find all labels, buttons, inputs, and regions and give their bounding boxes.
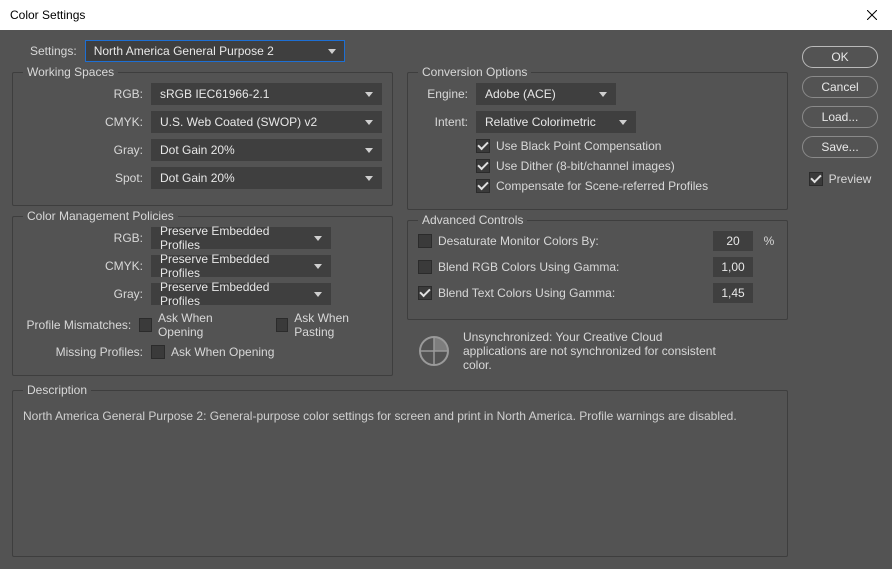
pol-gray-value: Preserve Embedded Profiles <box>160 280 306 308</box>
conversion-group: Conversion Options Engine: Adobe (ACE) I… <box>407 72 788 210</box>
bpc-label: Use Black Point Compensation <box>496 139 661 153</box>
settings-label: Settings: <box>30 44 77 58</box>
scene-label: Compensate for Scene-referred Profiles <box>496 179 708 193</box>
policies-group: Color Management Policies RGB: Preserve … <box>12 216 393 376</box>
pol-rgb-label: RGB: <box>23 231 143 245</box>
chevron-down-icon <box>314 236 322 241</box>
preview-checkbox[interactable]: Preview <box>809 172 872 186</box>
chevron-down-icon <box>599 92 607 97</box>
desat-label: Desaturate Monitor Colors By: <box>438 234 599 248</box>
ws-gray-select[interactable]: Dot Gain 20% <box>151 139 382 161</box>
working-spaces-legend: Working Spaces <box>23 65 118 79</box>
dither-checkbox[interactable]: Use Dither (8-bit/channel images) <box>476 159 675 173</box>
ws-cmyk-select[interactable]: U.S. Web Coated (SWOP) v2 <box>151 111 382 133</box>
chevron-down-icon <box>365 92 373 97</box>
blend-rgb-input[interactable] <box>713 257 753 277</box>
close-button[interactable] <box>852 0 892 30</box>
ask-open2-label: Ask When Opening <box>171 345 274 359</box>
intent-select[interactable]: Relative Colorimetric <box>476 111 636 133</box>
sync-text: Unsynchronized: Your Creative Cloud appl… <box>463 330 723 372</box>
pol-gray-label: Gray: <box>23 287 143 301</box>
ws-rgb-value: sRGB IEC61966-2.1 <box>160 87 269 101</box>
description-group: Description North America General Purpos… <box>12 390 788 557</box>
intent-value: Relative Colorimetric <box>485 115 596 129</box>
sync-status: Unsynchronized: Your Creative Cloud appl… <box>407 330 788 372</box>
cancel-button[interactable]: Cancel <box>802 76 878 98</box>
pol-cmyk-select[interactable]: Preserve Embedded Profiles <box>151 255 331 277</box>
scene-checkbox[interactable]: Compensate for Scene-referred Profiles <box>476 179 708 193</box>
chevron-down-icon <box>314 264 322 269</box>
chevron-down-icon <box>365 148 373 153</box>
unsynchronized-icon <box>417 334 451 368</box>
load-button[interactable]: Load... <box>802 106 878 128</box>
blend-text-checkbox[interactable]: Blend Text Colors Using Gamma: <box>418 286 615 300</box>
blend-rgb-label: Blend RGB Colors Using Gamma: <box>438 260 619 274</box>
save-button[interactable]: Save... <box>802 136 878 158</box>
blend-text-label: Blend Text Colors Using Gamma: <box>438 286 615 300</box>
dialog-content: Settings: North America General Purpose … <box>0 30 892 569</box>
missing-label: Missing Profiles: <box>23 345 143 359</box>
ws-cmyk-value: U.S. Web Coated (SWOP) v2 <box>160 115 317 129</box>
blend-rgb-checkbox[interactable]: Blend RGB Colors Using Gamma: <box>418 260 619 274</box>
engine-select[interactable]: Adobe (ACE) <box>476 83 616 105</box>
dither-label: Use Dither (8-bit/channel images) <box>496 159 675 173</box>
chevron-down-icon <box>619 120 627 125</box>
right-column: Conversion Options Engine: Adobe (ACE) I… <box>407 66 788 376</box>
blend-text-input[interactable] <box>713 283 753 303</box>
mismatch-label: Profile Mismatches: <box>23 318 131 332</box>
ask-paste-checkbox[interactable]: Ask When Pasting <box>276 311 382 339</box>
settings-select[interactable]: North America General Purpose 2 <box>85 40 345 62</box>
ws-spot-label: Spot: <box>23 171 143 185</box>
ws-spot-select[interactable]: Dot Gain 20% <box>151 167 382 189</box>
pol-cmyk-value: Preserve Embedded Profiles <box>160 252 306 280</box>
close-icon <box>867 10 877 20</box>
chevron-down-icon <box>314 292 322 297</box>
ask-open-checkbox[interactable]: Ask When Opening <box>139 311 250 339</box>
chevron-down-icon <box>365 176 373 181</box>
chevron-down-icon <box>365 120 373 125</box>
chevron-down-icon <box>328 49 336 54</box>
ok-button[interactable]: OK <box>802 46 878 68</box>
pol-cmyk-label: CMYK: <box>23 259 143 273</box>
columns: Working Spaces RGB: sRGB IEC61966-2.1 CM… <box>12 66 788 376</box>
pol-rgb-select[interactable]: Preserve Embedded Profiles <box>151 227 331 249</box>
policies-legend: Color Management Policies <box>23 209 178 223</box>
description-legend: Description <box>23 383 91 397</box>
advanced-group: Advanced Controls Desaturate Monitor Col… <box>407 220 788 320</box>
preview-label: Preview <box>829 172 872 186</box>
conversion-legend: Conversion Options <box>418 65 531 79</box>
ask-open2-checkbox[interactable]: Ask When Opening <box>151 345 274 359</box>
description-text: North America General Purpose 2: General… <box>23 409 777 423</box>
desat-checkbox[interactable]: Desaturate Monitor Colors By: <box>418 234 599 248</box>
working-spaces-group: Working Spaces RGB: sRGB IEC61966-2.1 CM… <box>12 72 393 206</box>
engine-value: Adobe (ACE) <box>485 87 556 101</box>
desat-pct: % <box>761 234 777 248</box>
ws-rgb-select[interactable]: sRGB IEC61966-2.1 <box>151 83 382 105</box>
settings-row: Settings: North America General Purpose … <box>30 40 788 62</box>
button-sidebar: OK Cancel Load... Save... Preview <box>800 40 880 557</box>
window-title: Color Settings <box>10 8 85 22</box>
pol-rgb-value: Preserve Embedded Profiles <box>160 224 306 252</box>
intent-label: Intent: <box>418 115 468 129</box>
ask-open-label: Ask When Opening <box>158 311 251 339</box>
pol-gray-select[interactable]: Preserve Embedded Profiles <box>151 283 331 305</box>
settings-value: North America General Purpose 2 <box>94 44 274 58</box>
left-column: Working Spaces RGB: sRGB IEC61966-2.1 CM… <box>12 66 393 376</box>
main-panel: Settings: North America General Purpose … <box>12 40 788 557</box>
ws-gray-label: Gray: <box>23 143 143 157</box>
engine-label: Engine: <box>418 87 468 101</box>
desat-input[interactable] <box>713 231 753 251</box>
ws-gray-value: Dot Gain 20% <box>160 143 235 157</box>
ws-spot-value: Dot Gain 20% <box>160 171 235 185</box>
ws-cmyk-label: CMYK: <box>23 115 143 129</box>
bpc-checkbox[interactable]: Use Black Point Compensation <box>476 139 661 153</box>
ws-rgb-label: RGB: <box>23 87 143 101</box>
ask-paste-label: Ask When Pasting <box>294 311 382 339</box>
advanced-legend: Advanced Controls <box>418 213 527 227</box>
titlebar: Color Settings <box>0 0 892 30</box>
